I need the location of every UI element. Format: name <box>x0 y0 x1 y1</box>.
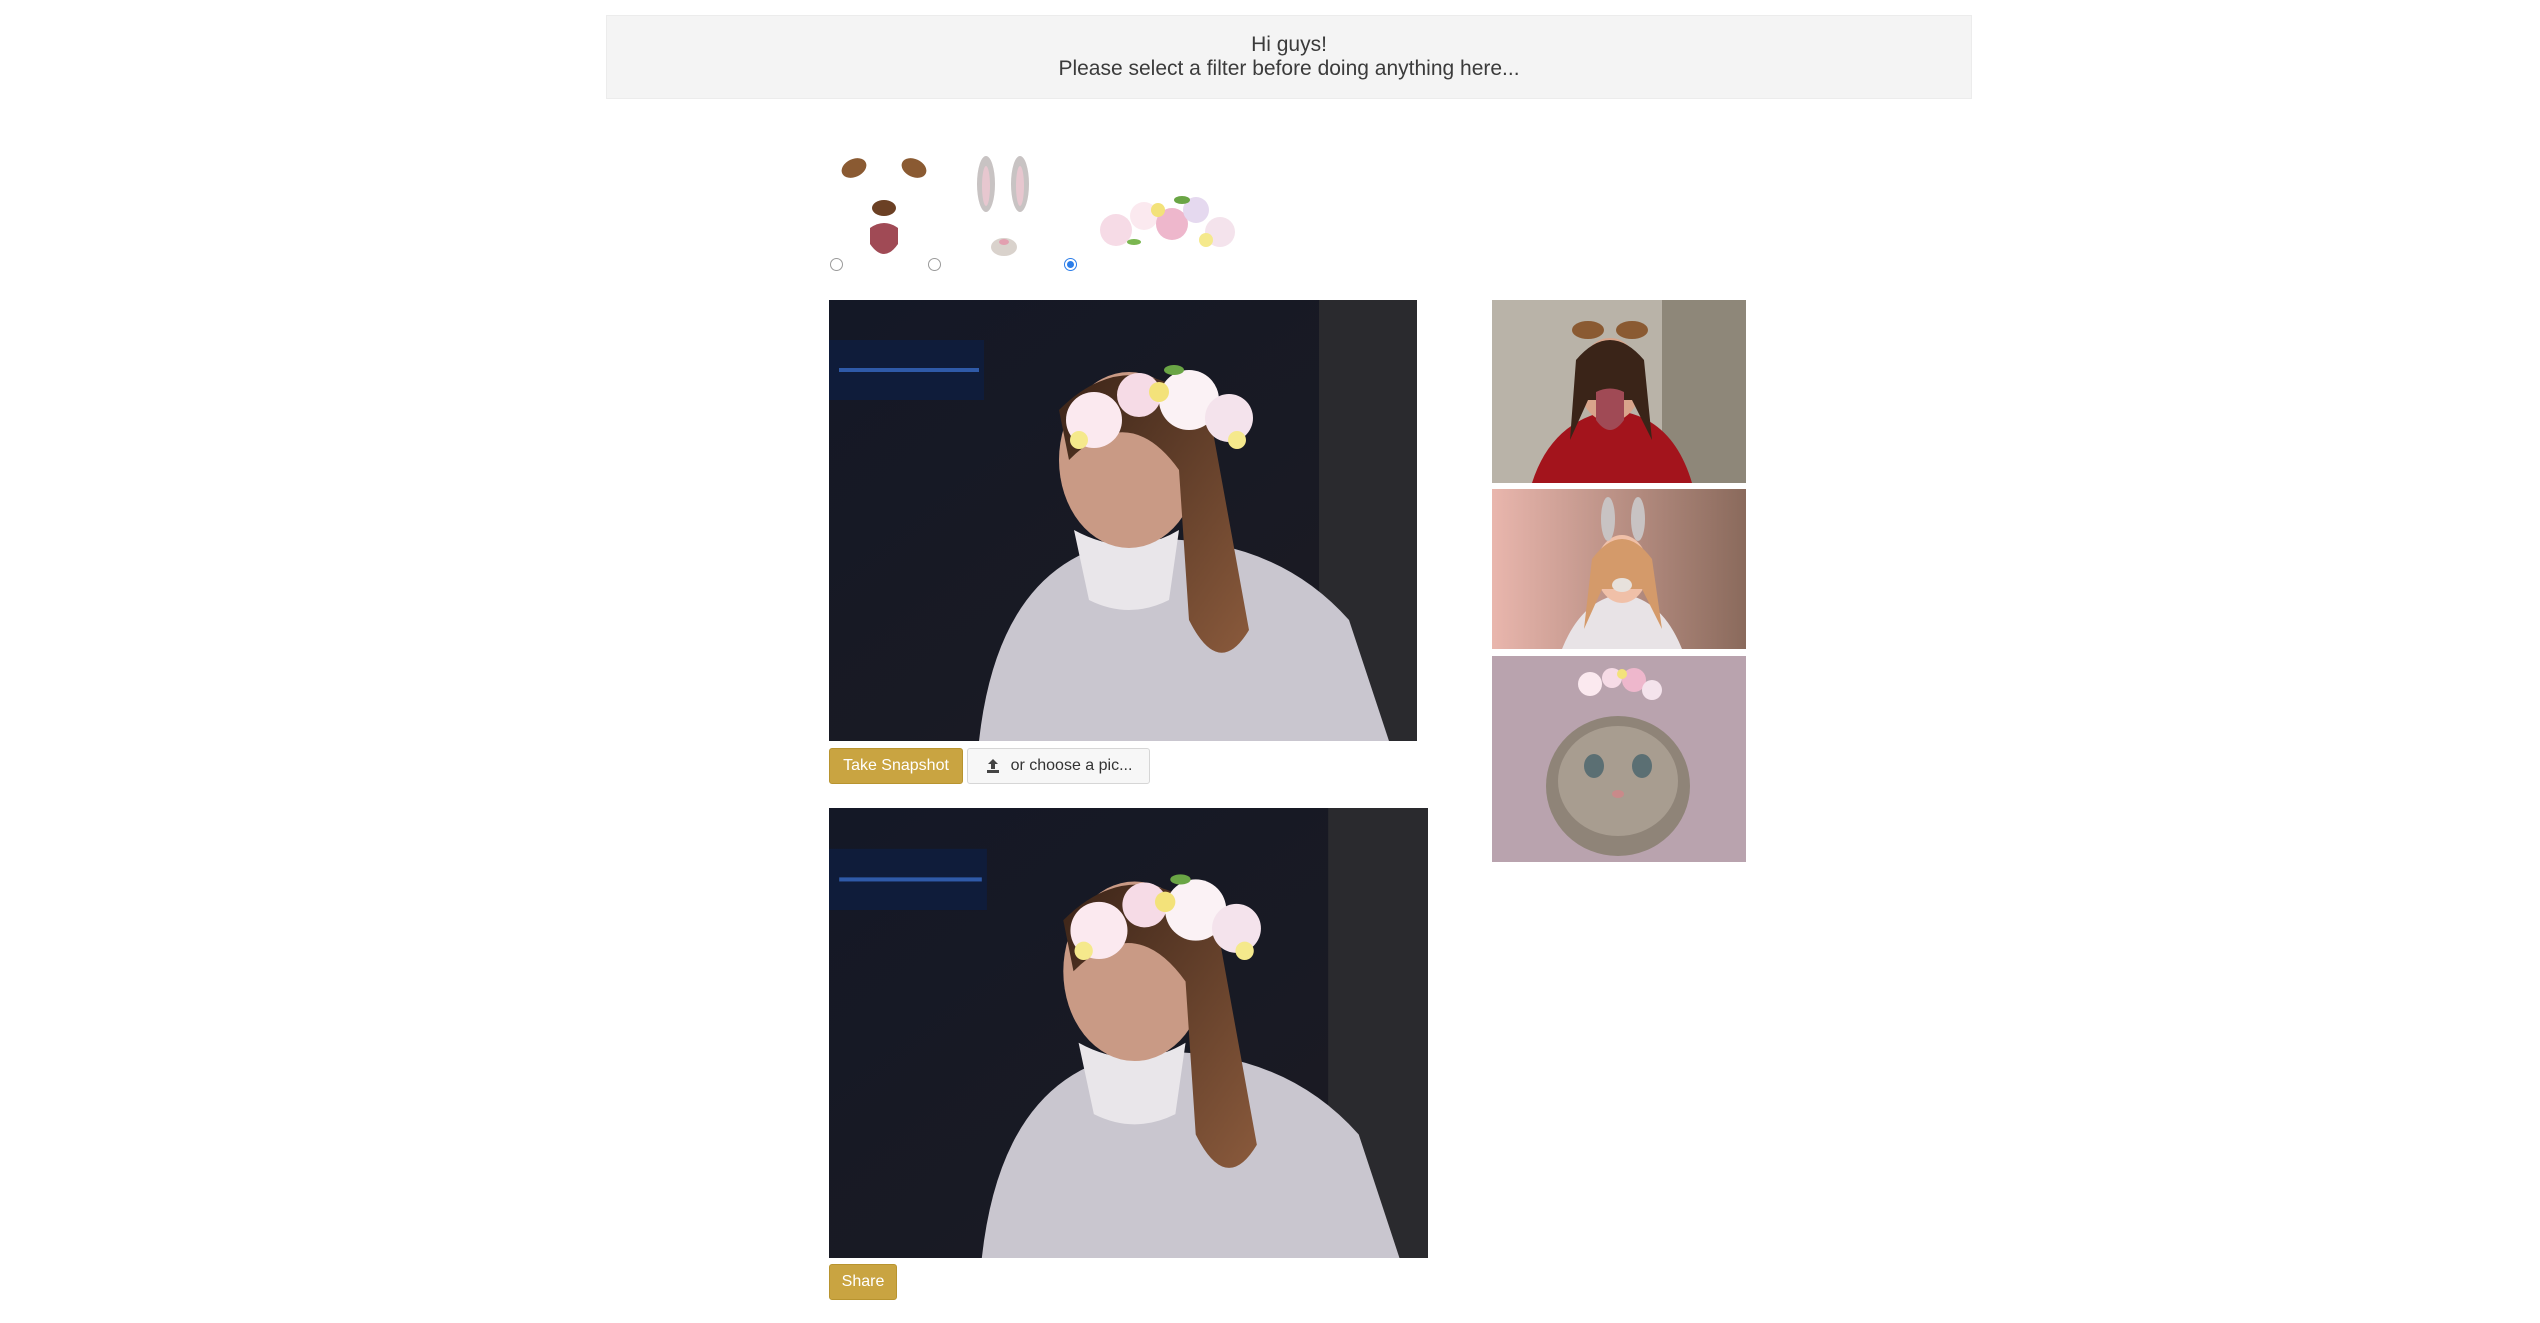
snapshot-preview <box>829 808 1428 1258</box>
banner-greeting: Hi guys! <box>1251 33 1327 56</box>
gallery-image-dog <box>1492 300 1746 483</box>
gallery-image-flower-crown <box>1492 656 1746 862</box>
choose-pic-button[interactable]: or choose a pic... <box>967 748 1150 784</box>
filter-option-flower-crown[interactable] <box>1064 150 1244 275</box>
filter-option-bunny[interactable] <box>928 150 1038 275</box>
filter-option-dog[interactable] <box>830 150 930 275</box>
gallery-image-bunny <box>1492 489 1746 649</box>
take-snapshot-button[interactable]: Take Snapshot <box>829 748 963 784</box>
gallery-item-flower-crown[interactable] <box>1492 656 1746 862</box>
filter-radio-flower-crown[interactable] <box>1064 258 1077 271</box>
gallery-item-bunny[interactable] <box>1492 489 1746 649</box>
filter-radio-dog[interactable] <box>830 258 843 271</box>
upload-icon <box>986 759 999 773</box>
camera-feed-image <box>829 300 1417 741</box>
dog-filter-icon <box>841 158 927 254</box>
bunny-filter-icon <box>977 156 1029 256</box>
snapshot-image <box>829 808 1428 1258</box>
gallery-item-dog[interactable] <box>1492 300 1746 483</box>
choose-pic-label: or choose a pic... <box>1010 757 1133 774</box>
flower-crown-filter-icon <box>1100 196 1235 247</box>
camera-feed <box>829 300 1417 741</box>
notice-banner: Hi guys! Please select a filter before d… <box>606 15 1972 99</box>
filter-radio-bunny[interactable] <box>928 258 941 271</box>
banner-instruction: Please select a filter before doing anyt… <box>1058 57 1520 80</box>
share-button[interactable]: Share <box>829 1264 897 1300</box>
